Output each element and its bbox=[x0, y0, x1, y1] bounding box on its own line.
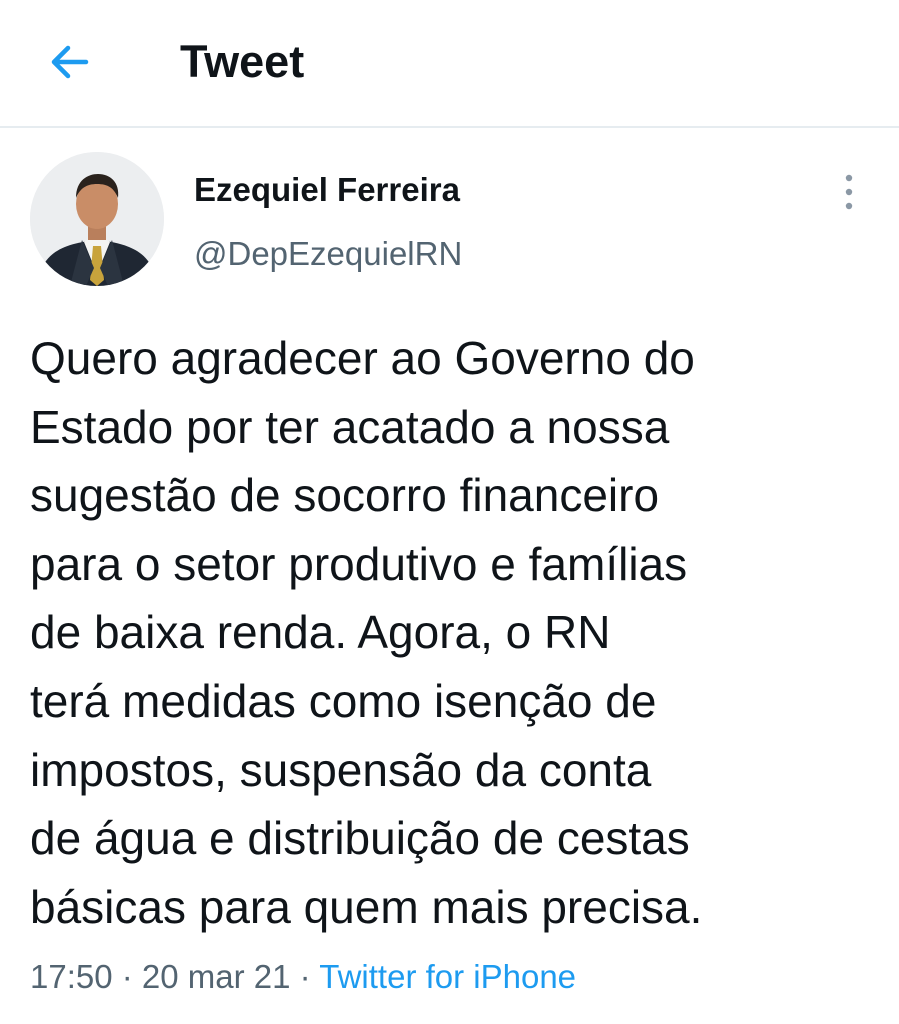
top-bar: Tweet bbox=[0, 0, 899, 128]
author-name[interactable]: Ezequiel Ferreira bbox=[194, 168, 460, 212]
tweet-text: Quero agradecer ao Governo do Estado por… bbox=[30, 332, 703, 933]
tweet-date: 20 mar 21 bbox=[141, 958, 291, 995]
more-options-button[interactable] bbox=[832, 172, 866, 212]
tweet-time: 17:50 bbox=[30, 958, 113, 995]
avatar[interactable] bbox=[30, 152, 164, 286]
profile-photo bbox=[30, 152, 164, 286]
tweet-source-link[interactable]: Twitter for iPhone bbox=[319, 958, 576, 995]
tweet-meta: 17:50 · 20 mar 21 · Twitter for iPhone bbox=[30, 955, 576, 999]
back-button[interactable] bbox=[38, 36, 102, 88]
page-title: Tweet bbox=[180, 36, 305, 87]
meta-separator: · bbox=[112, 958, 142, 995]
more-vertical-icon bbox=[845, 174, 853, 210]
meta-separator: · bbox=[290, 958, 320, 995]
arrow-left-icon bbox=[51, 45, 89, 79]
author-handle[interactable]: @DepEzequielRN bbox=[194, 232, 462, 276]
